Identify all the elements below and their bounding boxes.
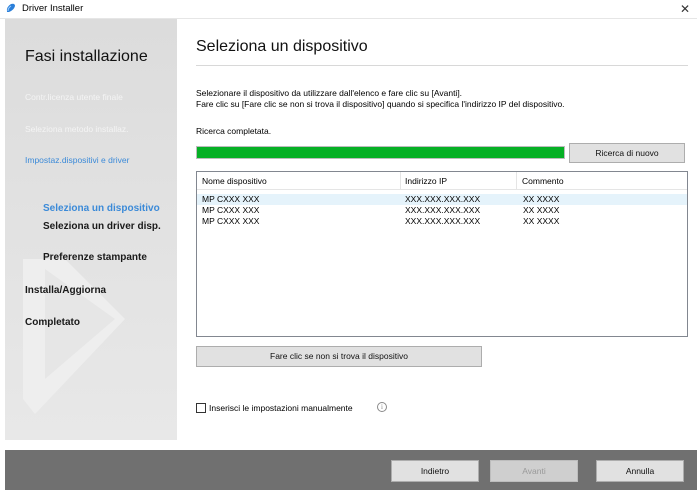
progress-fill bbox=[197, 147, 564, 158]
window-title: Driver Installer bbox=[22, 3, 84, 14]
manual-settings-label[interactable]: Inserisci le impostazioni manualmente bbox=[209, 403, 353, 413]
step-install-update: Installa/Aggiorna bbox=[25, 285, 107, 296]
steps-sidebar: Fasi installazione Contr.licenza utente … bbox=[5, 19, 177, 440]
comment-cell: XX XXXX bbox=[523, 216, 560, 226]
cancel-button[interactable]: Annulla bbox=[596, 460, 684, 482]
app-logo-icon bbox=[6, 3, 15, 12]
search-again-button[interactable]: Ricerca di nuovo bbox=[569, 143, 685, 163]
table-row[interactable]: MP CXXX XXX XXX.XXX.XXX.XXX XX XXXX bbox=[197, 194, 687, 205]
column-header-comment[interactable]: Commento bbox=[522, 176, 564, 186]
page-title: Seleziona un dispositivo bbox=[196, 38, 368, 55]
instruction-line-1: Selezionare il dispositivo da utilizzare… bbox=[196, 88, 463, 98]
comment-cell: XX XXXX bbox=[523, 194, 560, 204]
step-completed: Completato bbox=[25, 317, 80, 328]
footer-bar bbox=[5, 450, 697, 490]
instruction-line-2: Fare clic su [Fare clic se non si trova … bbox=[196, 99, 565, 109]
ip-address-cell: XXX.XXX.XXX.XXX bbox=[405, 205, 481, 215]
device-not-found-button[interactable]: Fare clic se non si trova il dispositivo bbox=[196, 346, 482, 367]
list-header: Nome dispositivo Indirizzo IP Commento bbox=[197, 172, 687, 190]
ip-address-cell: XXX.XXX.XXX.XXX bbox=[405, 216, 481, 226]
title-divider bbox=[196, 65, 688, 66]
column-separator[interactable] bbox=[400, 172, 401, 189]
search-progress-bar bbox=[196, 146, 565, 159]
device-name-cell: MP CXXX XXX bbox=[202, 205, 260, 215]
device-name-cell: MP CXXX XXX bbox=[202, 216, 260, 226]
table-row[interactable]: MP CXXX XXX XXX.XXX.XXX.XXX XX XXXX bbox=[197, 216, 687, 227]
device-list[interactable]: Nome dispositivo Indirizzo IP Commento M… bbox=[196, 171, 688, 337]
device-name-cell: MP CXXX XXX bbox=[202, 194, 260, 204]
table-row[interactable]: MP CXXX XXX XXX.XXX.XXX.XXX XX XXXX bbox=[197, 205, 687, 216]
step-license: Contr.licenza utente finale bbox=[25, 92, 123, 102]
search-status: Ricerca completata. bbox=[196, 126, 272, 136]
back-button[interactable]: Indietro bbox=[391, 460, 479, 482]
column-header-device-name[interactable]: Nome dispositivo bbox=[202, 176, 267, 186]
step-device-driver-settings: Impostaz.dispositivi e driver bbox=[25, 155, 130, 165]
close-button[interactable]: ✕ bbox=[675, 0, 695, 18]
title-bar: Driver Installer ✕ bbox=[0, 0, 697, 19]
comment-cell: XX XXXX bbox=[523, 205, 560, 215]
next-button[interactable]: Avanti bbox=[490, 460, 578, 482]
column-separator[interactable] bbox=[516, 172, 517, 189]
manual-settings-checkbox[interactable] bbox=[196, 403, 206, 413]
sidebar-title: Fasi installazione bbox=[25, 48, 148, 65]
step-select-device: Seleziona un dispositivo bbox=[43, 203, 160, 214]
step-select-driver: Seleziona un driver disp. bbox=[43, 221, 161, 232]
info-icon[interactable]: i bbox=[377, 402, 387, 412]
step-install-method: Seleziona metodo installaz. bbox=[25, 124, 129, 134]
column-header-ip-address[interactable]: Indirizzo IP bbox=[405, 176, 447, 186]
ip-address-cell: XXX.XXX.XXX.XXX bbox=[405, 194, 481, 204]
step-printer-preferences: Preferenze stampante bbox=[43, 252, 147, 263]
